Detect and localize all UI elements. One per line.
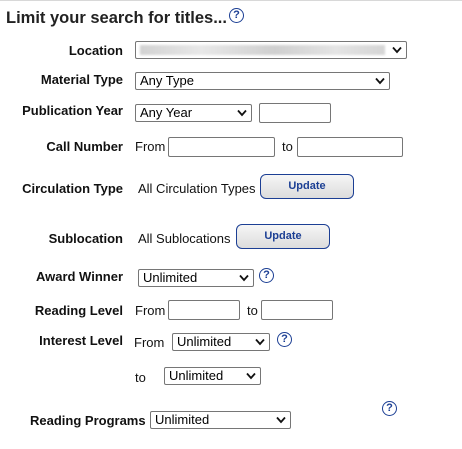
interest-level-label: Interest Level	[39, 333, 123, 348]
interest-level-from-select[interactable]: Unlimited	[172, 333, 270, 351]
call-number-to-input[interactable]	[297, 137, 403, 157]
award-winner-select[interactable]: Unlimited	[138, 269, 254, 287]
interest-level-help-icon[interactable]: ?	[277, 332, 292, 347]
material-type-label: Material Type	[40, 72, 123, 87]
reading-programs-help-icon[interactable]: ?	[382, 401, 397, 416]
location-select[interactable]	[135, 41, 407, 59]
call-number-from-input[interactable]	[168, 137, 275, 157]
circulation-type-update-button[interactable]: Update	[260, 174, 354, 199]
chevron-down-icon	[246, 368, 256, 384]
reading-level-from-input[interactable]	[168, 300, 240, 320]
reading-programs-label: Reading Programs	[30, 413, 146, 428]
page-title: Limit your search for titles...	[6, 9, 227, 27]
top-divider	[0, 0, 462, 1]
publication-year-input[interactable]	[259, 103, 331, 123]
award-winner-help-icon[interactable]: ?	[259, 268, 274, 283]
circulation-type-label: Circulation Type	[22, 181, 123, 196]
chevron-down-icon	[276, 412, 286, 428]
material-type-select[interactable]: Any Type	[135, 72, 390, 90]
call-number-from-label: From	[135, 139, 166, 154]
reading-level-label: Reading Level	[34, 303, 123, 318]
circulation-type-value: All Circulation Types	[138, 181, 256, 196]
interest-level-to-label: to	[135, 370, 146, 385]
chevron-down-icon	[239, 270, 249, 286]
publication-year-label: Publication Year	[22, 103, 123, 118]
reading-level-to-label: to	[247, 303, 258, 318]
reading-level-to-input[interactable]	[261, 300, 333, 320]
location-label: Location	[68, 43, 123, 58]
sublocation-label: Sublocation	[48, 231, 123, 246]
interest-level-to-select[interactable]: Unlimited	[164, 367, 261, 385]
chevron-down-icon	[237, 105, 247, 121]
sublocation-value: All Sublocations	[138, 231, 231, 246]
call-number-to-label: to	[282, 139, 293, 154]
award-winner-label: Award Winner	[35, 269, 123, 284]
help-question-icon[interactable]: ?	[229, 8, 244, 23]
interest-level-from-label: From	[134, 335, 165, 350]
location-value-redacted	[140, 45, 385, 55]
chevron-down-icon	[375, 73, 385, 89]
reading-level-from-label: From	[135, 303, 166, 318]
sublocation-update-button[interactable]: Update	[236, 224, 330, 249]
reading-programs-select[interactable]: Unlimited	[150, 411, 291, 429]
publication-year-select[interactable]: Any Year	[135, 104, 252, 122]
call-number-label: Call Number	[46, 139, 123, 154]
chevron-down-icon	[255, 334, 265, 350]
chevron-down-icon	[392, 42, 402, 58]
